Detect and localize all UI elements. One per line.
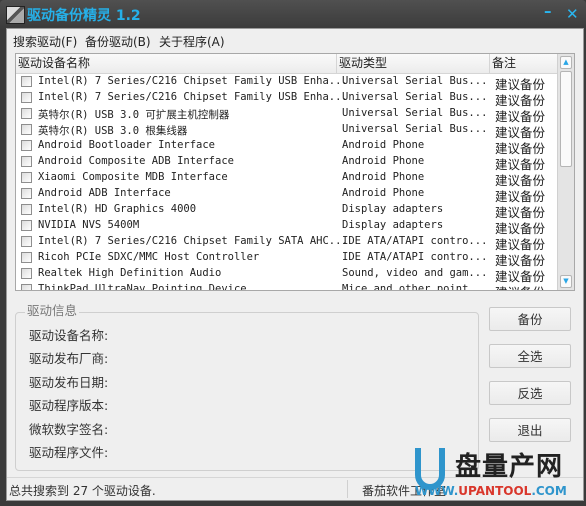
row-driver-type: Display adapters xyxy=(342,219,444,231)
status-bar: 总共搜索到 27 个驱动设备. 番茄软件工作室 xyxy=(7,477,583,500)
title-bar[interactable]: 驱动备份精灵 1.2 – ✕ xyxy=(0,0,586,28)
row-checkbox[interactable] xyxy=(21,140,32,151)
row-checkbox[interactable] xyxy=(21,76,32,87)
invert-selection-button[interactable]: 反选 xyxy=(489,381,571,405)
row-device-name: Realtek High Definition Audio xyxy=(38,267,222,279)
driver-info-title: 驱动信息 xyxy=(25,300,80,319)
menu-backup-drivers[interactable]: 备份驱动(B) xyxy=(85,33,151,50)
row-checkbox[interactable] xyxy=(21,284,32,290)
row-driver-type: Android Phone xyxy=(342,187,425,199)
app-window: 驱动备份精灵 1.2 – ✕ 搜索驱动(F) 备份驱动(B) 关于程序(A) 驱… xyxy=(0,0,586,506)
row-driver-type: Android Phone xyxy=(342,171,425,183)
row-driver-type: Sound, video and gam... xyxy=(342,267,488,279)
row-device-name: Intel(R) 7 Series/C216 Chipset Family US… xyxy=(38,91,348,103)
row-device-name: Android ADB Interface xyxy=(38,187,171,199)
row-driver-type: Universal Serial Bus... xyxy=(342,91,488,103)
row-device-name: Intel(R) 7 Series/C216 Chipset Family SA… xyxy=(38,235,348,247)
row-driver-type: Android Phone xyxy=(342,139,425,151)
row-note: 建议备份 xyxy=(495,282,545,290)
list-row[interactable]: Ricoh PCIe SDXC/MMC Host Controller IDE A… xyxy=(16,250,557,268)
menu-about[interactable]: 关于程序(A) xyxy=(159,33,225,50)
list-row[interactable]: Intel(R) 7 Series/C216 Chipset Family US… xyxy=(16,74,557,92)
row-driver-type: Universal Serial Bus... xyxy=(342,107,488,119)
exit-button[interactable]: 退出 xyxy=(489,418,571,442)
list-row[interactable]: Realtek High Definition Audio Sound, vide… xyxy=(16,266,557,284)
list-header: 驱动设备名称 驱动类型 备注 xyxy=(16,54,557,74)
row-device-name: Intel(R) 7 Series/C216 Chipset Family US… xyxy=(38,75,348,87)
row-device-name: Ricoh PCIe SDXC/MMC Host Controller xyxy=(38,251,260,263)
info-device-name-label: 驱动设备名称: xyxy=(29,328,109,343)
menu-search-drivers[interactable]: 搜索驱动(F) xyxy=(13,33,77,50)
info-version-label: 驱动程序版本: xyxy=(29,398,109,413)
list-body: Intel(R) 7 Series/C216 Chipset Family US… xyxy=(16,74,557,290)
column-header-type[interactable]: 驱动类型 xyxy=(337,54,490,73)
select-all-button[interactable]: 全选 xyxy=(489,344,571,368)
vertical-scrollbar[interactable]: ▲ ▼ xyxy=(557,54,574,290)
info-date-label: 驱动发布日期: xyxy=(29,375,109,390)
row-checkbox[interactable] xyxy=(21,252,32,263)
list-row[interactable]: Android Bootloader Interface Android Phon… xyxy=(16,138,557,156)
column-header-note[interactable]: 备注 xyxy=(490,54,557,73)
list-row[interactable]: 英特尔(R) USB 3.0 根集线器 Universal Serial Bus.… xyxy=(16,122,557,140)
row-checkbox[interactable] xyxy=(21,236,32,247)
row-driver-type: IDE ATA/ATAPI contro... xyxy=(342,251,488,263)
row-checkbox[interactable] xyxy=(21,204,32,215)
row-device-name: 英特尔(R) USB 3.0 可扩展主机控制器 xyxy=(38,109,230,121)
list-row[interactable]: Android ADB Interface Android Phone 建议备份 xyxy=(16,186,557,204)
row-driver-type: Mice and other point... xyxy=(342,283,488,290)
row-checkbox[interactable] xyxy=(21,92,32,103)
client-area: 搜索驱动(F) 备份驱动(B) 关于程序(A) 驱动设备名称 驱动类型 备注 I… xyxy=(6,28,584,501)
row-device-name: Xiaomi Composite MDB Interface xyxy=(38,171,228,183)
row-device-name: Intel(R) HD Graphics 4000 xyxy=(38,203,197,215)
row-driver-type: Universal Serial Bus... xyxy=(342,123,488,135)
info-files-label: 驱动程序文件: xyxy=(29,445,109,460)
row-device-name: Android Bootloader Interface xyxy=(38,139,216,151)
list-row[interactable]: Intel(R) 7 Series/C216 Chipset Family US… xyxy=(16,90,557,108)
row-device-name: NVIDIA NVS 5400M xyxy=(38,219,140,231)
row-device-name: Android Composite ADB Interface xyxy=(38,155,234,167)
row-driver-type: Display adapters xyxy=(342,203,444,215)
row-driver-type: Android Phone xyxy=(342,155,425,167)
row-checkbox[interactable] xyxy=(21,268,32,279)
info-signature-label: 微软数字签名: xyxy=(29,422,109,437)
scroll-thumb[interactable] xyxy=(560,71,572,167)
minimize-button[interactable]: – xyxy=(544,2,552,20)
scroll-down-button[interactable]: ▼ xyxy=(560,275,572,288)
row-checkbox[interactable] xyxy=(21,108,32,119)
status-author: 番茄软件工作室 xyxy=(362,484,447,498)
driver-list[interactable]: 驱动设备名称 驱动类型 备注 Intel(R) 7 Series/C216 Ch… xyxy=(15,53,575,291)
status-device-count: 总共搜索到 27 个驱动设备. xyxy=(9,484,156,498)
list-row[interactable]: NVIDIA NVS 5400M Display adapters 建议备份 xyxy=(16,218,557,236)
column-header-name[interactable]: 驱动设备名称 xyxy=(16,54,337,73)
backup-button[interactable]: 备份 xyxy=(489,307,571,331)
list-row[interactable]: ThinkPad UltraNav Pointing Device Mice an… xyxy=(16,282,557,290)
close-button[interactable]: ✕ xyxy=(566,5,579,23)
row-driver-type: IDE ATA/ATAPI contro... xyxy=(342,235,488,247)
list-row[interactable]: 英特尔(R) USB 3.0 可扩展主机控制器 Universal Serial … xyxy=(16,106,557,124)
row-device-name: ThinkPad UltraNav Pointing Device xyxy=(38,283,247,290)
menu-bar: 搜索驱动(F) 备份驱动(B) 关于程序(A) xyxy=(7,29,583,51)
info-vendor-label: 驱动发布厂商: xyxy=(29,351,109,366)
row-checkbox[interactable] xyxy=(21,188,32,199)
list-row[interactable]: Xiaomi Composite MDB Interface Android Ph… xyxy=(16,170,557,188)
status-separator xyxy=(347,480,348,498)
app-film-icon xyxy=(6,6,25,24)
list-row[interactable]: Intel(R) 7 Series/C216 Chipset Family SA… xyxy=(16,234,557,252)
window-title: 驱动备份精灵 1.2 xyxy=(27,8,141,24)
row-checkbox[interactable] xyxy=(21,124,32,135)
row-driver-type: Universal Serial Bus... xyxy=(342,75,488,87)
row-checkbox[interactable] xyxy=(21,156,32,167)
scroll-up-button[interactable]: ▲ xyxy=(560,56,572,69)
row-device-name: 英特尔(R) USB 3.0 根集线器 xyxy=(38,125,188,137)
row-checkbox[interactable] xyxy=(21,220,32,231)
list-row[interactable]: Android Composite ADB Interface Android P… xyxy=(16,154,557,172)
list-row[interactable]: Intel(R) HD Graphics 4000 Display adapter… xyxy=(16,202,557,220)
row-checkbox[interactable] xyxy=(21,172,32,183)
